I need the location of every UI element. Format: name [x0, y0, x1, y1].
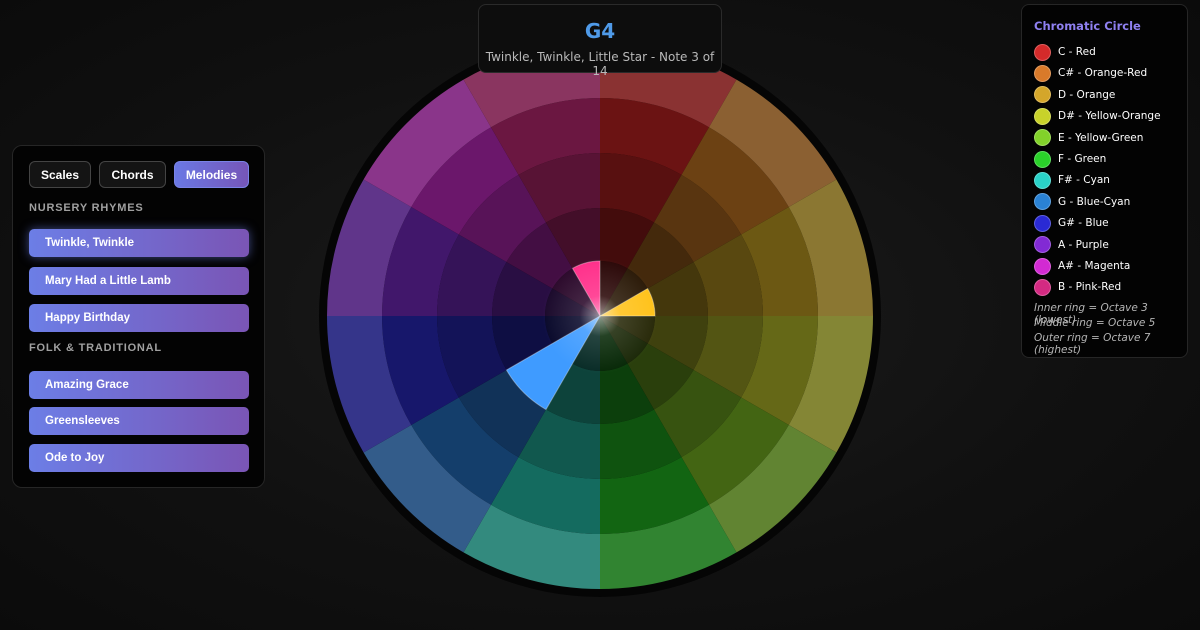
legend-item: C# - Orange-Red: [1034, 64, 1147, 82]
song-button-happy-birthday[interactable]: Happy Birthday: [29, 304, 249, 332]
legend-item-label: G - Blue-Cyan: [1058, 195, 1131, 208]
legend-item-label: A - Purple: [1058, 238, 1109, 251]
legend-item: F# - Cyan: [1034, 171, 1110, 189]
song-button-twinkle[interactable]: Twinkle, Twinkle: [29, 229, 249, 257]
section-title-folk-traditional: FOLK & TRADITIONAL: [29, 342, 162, 354]
legend-color-swatch: [1034, 171, 1051, 189]
legend-item: D# - Yellow-Orange: [1034, 107, 1161, 125]
legend-color-swatch: [1034, 107, 1051, 125]
legend-title: Chromatic Circle: [1034, 19, 1141, 33]
legend-item: B - Pink-Red: [1034, 278, 1121, 296]
legend-color-swatch: [1034, 129, 1051, 147]
legend-item-label: B - Pink-Red: [1058, 281, 1122, 294]
legend-color-swatch: [1034, 43, 1051, 61]
legend-color-swatch: [1034, 236, 1051, 254]
legend-item: F - Green: [1034, 150, 1106, 168]
legend-color-swatch: [1034, 214, 1051, 232]
tab-chords[interactable]: Chords: [99, 161, 166, 188]
legend-item-label: C - Red: [1058, 46, 1096, 58]
legend-item: E - Yellow-Green: [1034, 129, 1143, 147]
current-note: G4: [584, 19, 616, 43]
legend-item: C - Red: [1034, 43, 1096, 61]
legend-item-label: D - Orange: [1058, 88, 1116, 101]
legend-item-label: G# - Blue: [1058, 217, 1109, 230]
current-song-progress: Twinkle, Twinkle, Little Star - Note 3 o…: [485, 50, 715, 78]
legend-item: D - Orange: [1034, 86, 1115, 104]
legend-note-outer-ring: Outer ring = Octave 7 (highest): [1034, 332, 1151, 356]
tab-scales[interactable]: Scales: [29, 161, 91, 188]
legend-color-swatch: [1034, 86, 1051, 104]
legend-note-middle-ring: Middle ring = Octave 5: [1034, 317, 1156, 329]
wheel-center-glow: [542, 258, 658, 374]
legend-panel: Chromatic Circle C - Red C# - Orange-Red D…: [1021, 4, 1188, 358]
legend-item-label: E - Yellow-Green: [1058, 131, 1144, 144]
legend-item-label: A# - Magenta: [1058, 260, 1131, 272]
song-button-greensleeves[interactable]: Greensleeves: [29, 407, 249, 435]
legend-item-label: D# - Yellow-Orange: [1058, 110, 1161, 123]
now-playing-panel: G4 Twinkle, Twinkle, Little Star - Note …: [478, 4, 722, 78]
song-button-mary-had-a-little-lamb[interactable]: Mary Had a Little Lamb: [29, 267, 249, 295]
song-button-amazing-grace[interactable]: Amazing Grace: [29, 371, 249, 399]
legend-item-label: F# - Cyan: [1058, 174, 1110, 187]
legend-color-swatch: [1034, 150, 1051, 168]
legend-item-label: F - Green: [1058, 153, 1107, 165]
legend-color-swatch: [1034, 278, 1051, 296]
legend-item: A# - Magenta: [1034, 257, 1130, 275]
legend-item: G# - Blue: [1034, 214, 1109, 232]
legend-color-swatch: [1034, 193, 1051, 211]
song-button-ode-to-joy[interactable]: Ode to Joy: [29, 444, 249, 472]
legend-item: A - Purple: [1034, 236, 1109, 254]
legend-color-swatch: [1034, 257, 1051, 275]
section-title-nursery-rhymes: NURSERY RHYMES: [29, 202, 144, 214]
mode-tabs: Scales Chords Melodies: [29, 161, 249, 188]
song-selector-panel: Scales Chords Melodies NURSERY RHYMES Tw…: [12, 145, 265, 488]
tab-melodies[interactable]: Melodies: [174, 161, 249, 188]
legend-item-label: C# - Orange-Red: [1058, 67, 1148, 80]
legend-color-swatch: [1034, 64, 1051, 82]
legend-item: G - Blue-Cyan: [1034, 193, 1130, 211]
